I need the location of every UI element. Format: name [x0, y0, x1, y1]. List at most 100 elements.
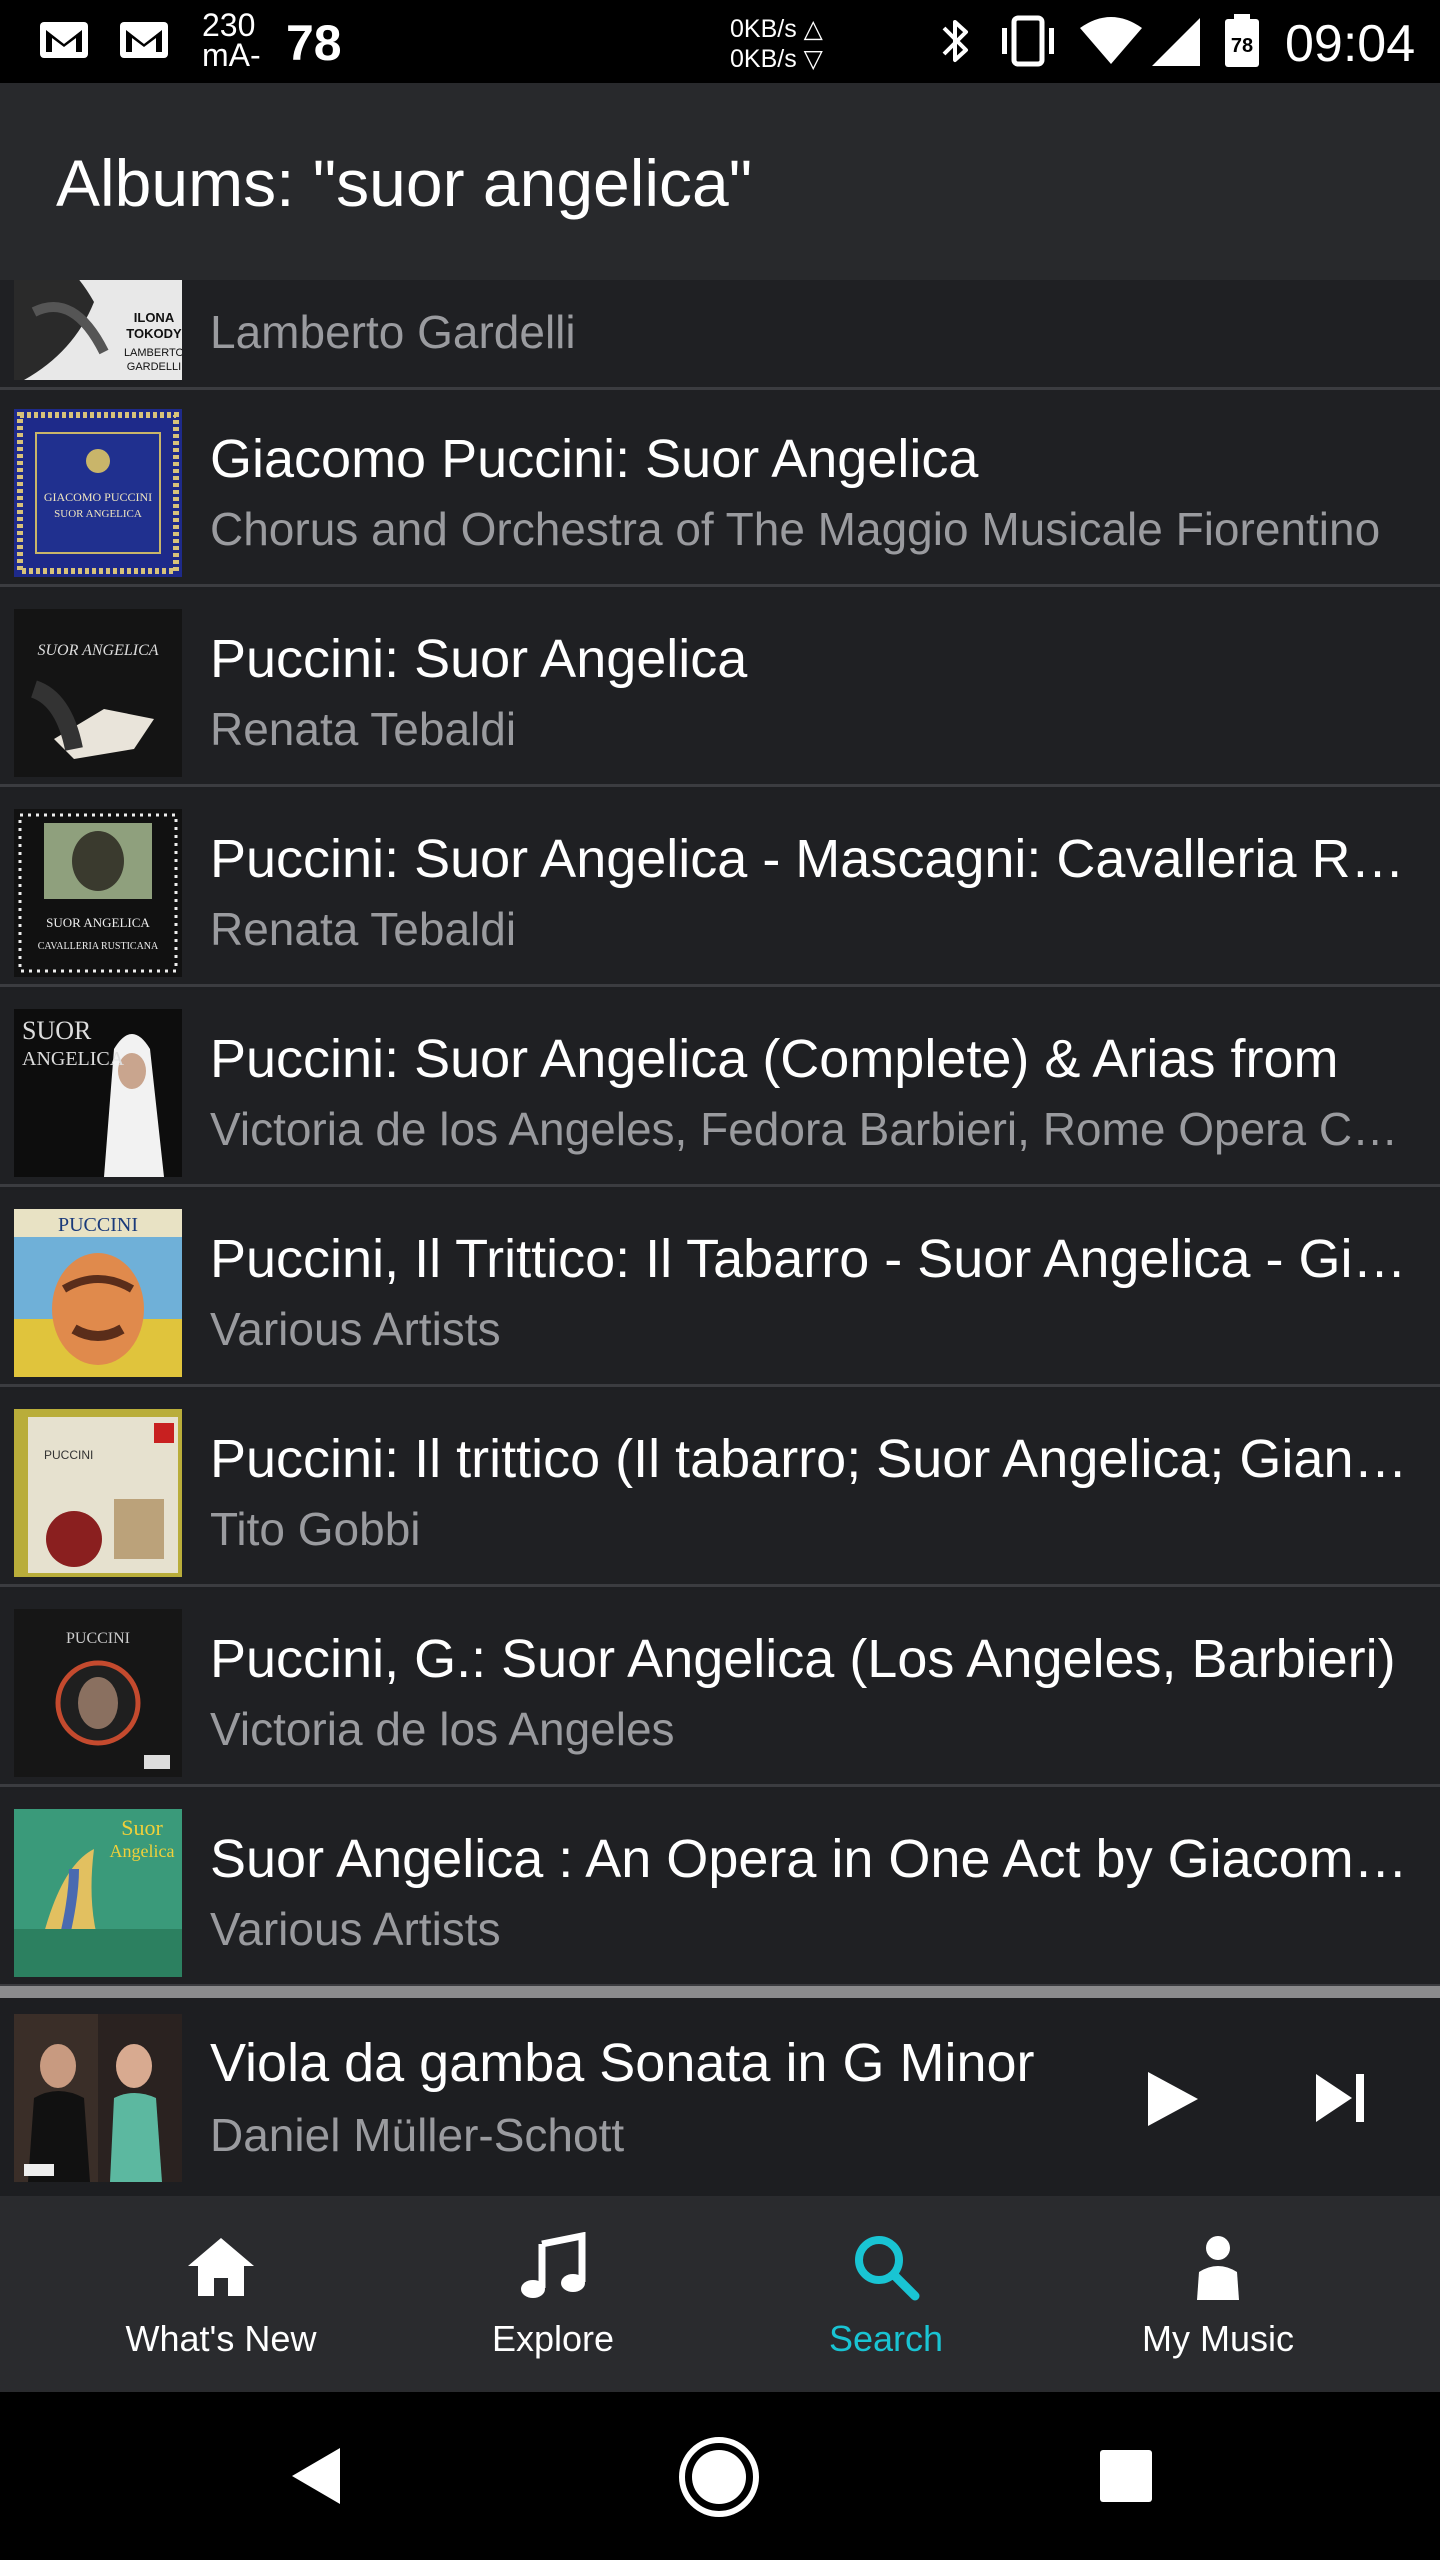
net-down-speed: 0KB/s ▽	[730, 45, 823, 73]
cover-text: SUOR	[22, 1016, 92, 1045]
album-row[interactable]: Suor Angelica Suor Angelica : An Opera i…	[0, 1790, 1440, 1986]
album-cover: Suor Angelica	[14, 1809, 182, 1977]
cover-text: GIACOMO PUCCINI	[44, 490, 152, 504]
cover-text: LAMBERTO	[124, 347, 182, 359]
album-row[interactable]: SUOR ANGELICA CAVALLERIA RUSTICANA Pucci…	[0, 790, 1440, 987]
nav-my-music[interactable]: My Music	[1038, 2196, 1398, 2392]
nav-label: Explore	[491, 2318, 615, 2359]
clock: 09:04	[1285, 15, 1416, 73]
status-bar: 230 mA- 78 0KB/s △ 0KB/s ▽ 78 09:04	[0, 0, 1440, 83]
album-artist: Various Artists	[210, 1303, 501, 1355]
recents-icon	[1100, 2450, 1152, 2502]
album-cover: SUOR ANGELICA	[14, 1009, 182, 1177]
gmail-icon	[40, 22, 88, 58]
album-row[interactable]: GIACOMO PUCCINI SUOR ANGELICA Giacomo Pu…	[0, 390, 1440, 587]
album-title: Puccini: Suor Angelica - Mascagni: Caval…	[210, 829, 1410, 889]
nav-explore[interactable]: Explore	[373, 2196, 733, 2392]
now-playing-divider	[0, 1986, 1440, 1998]
now-playing-title: Viola da gamba Sonata in G Minor	[210, 2033, 1035, 2093]
album-row[interactable]: PUCCINI Puccini, G.: Suor Angelica (Los …	[0, 1590, 1440, 1787]
play-icon	[1148, 2072, 1198, 2126]
nav-search[interactable]: Search	[706, 2196, 1066, 2392]
now-playing-artist: Daniel Müller-Schott	[210, 2109, 625, 2161]
album-title: Puccini, G.: Suor Angelica (Los Angeles,…	[210, 1629, 1396, 1689]
cover-text: PUCCINI	[58, 1214, 138, 1236]
title-bar: Albums: "suor angelica"	[0, 83, 1440, 280]
bottom-navigation: What's New Explore Search My Music	[0, 2196, 1440, 2392]
nav-label: Search	[828, 2318, 944, 2359]
album-title: Puccini: Il trittico (Il tabarro; Suor A…	[210, 1429, 1410, 1489]
album-cover: GIACOMO PUCCINI SUOR ANGELICA	[14, 409, 182, 577]
album-cover: SUOR ANGELICA CAVALLERIA RUSTICANA	[14, 809, 182, 977]
cover-text: TOKODY	[126, 326, 182, 341]
album-title: Giacomo Puccini: Suor Angelica	[210, 429, 979, 489]
cover-text: ANGELICA	[22, 1048, 125, 1070]
wifi-icon	[1080, 17, 1142, 64]
now-playing-cover	[14, 2014, 182, 2182]
current-readout: 230 mA-	[202, 7, 261, 73]
album-title: Puccini: Suor Angelica	[210, 629, 748, 689]
cover-text: Suor	[121, 1815, 163, 1840]
search-icon	[855, 2236, 920, 2301]
album-artist: Victoria de los Angeles	[210, 1703, 675, 1755]
cover-text: PUCCINI	[66, 1630, 130, 1647]
skip-next-button[interactable]	[1312, 2070, 1370, 2126]
album-row[interactable]: SUOR ANGELICA Puccini: Suor Angelica (Co…	[0, 990, 1440, 1187]
page-title: Albums: "suor angelica"	[56, 146, 753, 220]
now-playing-bar[interactable]: Viola da gamba Sonata in G Minor Daniel …	[0, 1998, 1440, 2196]
home-button[interactable]	[678, 2436, 760, 2518]
album-cover: PUCCINI	[14, 1609, 182, 1777]
album-cover: SUOR ANGELICA	[14, 609, 182, 777]
cover-text: SUOR ANGELICA	[46, 915, 150, 930]
album-artist: Chorus and Orchestra of The Maggio Music…	[210, 503, 1381, 555]
network-speed: 0KB/s △ 0KB/s ▽	[730, 14, 823, 74]
album-cover: ILONA TOKODY LAMBERTO GARDELLI	[14, 280, 182, 380]
album-artist: Renata Tebaldi	[210, 903, 517, 955]
album-cover: PUCCINI	[14, 1209, 182, 1377]
battery-level-text: 78	[286, 15, 342, 71]
skip-next-icon	[1316, 2074, 1364, 2122]
album-list[interactable]: ILONA TOKODY LAMBERTO GARDELLI Lamberto …	[0, 280, 1440, 1986]
cover-text: CAVALLERIA RUSTICANA	[38, 941, 159, 952]
album-artist: Renata Tebaldi	[210, 703, 517, 755]
recents-button[interactable]	[1098, 2448, 1154, 2504]
music-note-icon	[521, 2232, 586, 2298]
play-button[interactable]	[1140, 2068, 1202, 2130]
battery-icon-text: 78	[1231, 35, 1253, 57]
gmail-icon	[120, 22, 168, 58]
album-title: Suor Angelica : An Opera in One Act by G…	[210, 1829, 1410, 1889]
home-circle-icon	[679, 2437, 759, 2517]
album-row[interactable]: SUOR ANGELICA Puccini: Suor Angelica Ren…	[0, 590, 1440, 787]
back-icon	[292, 2448, 340, 2504]
album-cover: PUCCINI	[14, 1409, 182, 1577]
bluetooth-icon	[942, 20, 968, 62]
net-up-speed: 0KB/s △	[730, 15, 823, 43]
nav-whats-new[interactable]: What's New	[41, 2196, 401, 2392]
album-title: Puccini: Suor Angelica (Complete) & Aria…	[210, 1029, 1339, 1089]
album-artist: Lamberto Gardelli	[210, 306, 576, 358]
nav-label: My Music	[1142, 2318, 1294, 2359]
cover-text: SUOR ANGELICA	[54, 508, 142, 520]
current-value: 230	[202, 7, 256, 43]
cover-text: ILONA	[134, 310, 175, 325]
album-artist: Victoria de los Angeles, Fedora Barbieri…	[210, 1103, 1410, 1155]
album-row[interactable]: PUCCINI Puccini, Il Trittico: Il Tabarro…	[0, 1190, 1440, 1387]
current-unit: mA-	[202, 37, 261, 73]
back-button[interactable]	[288, 2444, 344, 2508]
home-icon	[188, 2238, 254, 2296]
cover-text: PUCCINI	[44, 1448, 93, 1462]
battery-icon: 78	[1225, 14, 1259, 67]
album-artist: Tito Gobbi	[210, 1503, 421, 1555]
album-row[interactable]: PUCCINI Puccini: Il trittico (Il tabarro…	[0, 1390, 1440, 1587]
album-row[interactable]: ILONA TOKODY LAMBERTO GARDELLI Lamberto …	[0, 280, 1440, 390]
nav-label: What's New	[125, 2318, 317, 2359]
cover-text: GARDELLI	[127, 361, 181, 373]
person-icon	[1197, 2236, 1239, 2300]
album-title: Puccini, Il Trittico: Il Tabarro - Suor …	[210, 1229, 1410, 1289]
album-artist: Various Artists	[210, 1903, 501, 1955]
cover-text: SUOR ANGELICA	[37, 642, 158, 659]
system-navigation-bar	[0, 2392, 1440, 2560]
cover-text: Angelica	[110, 1841, 175, 1861]
signal-icon	[1152, 18, 1200, 66]
vibrate-icon	[1002, 15, 1054, 67]
